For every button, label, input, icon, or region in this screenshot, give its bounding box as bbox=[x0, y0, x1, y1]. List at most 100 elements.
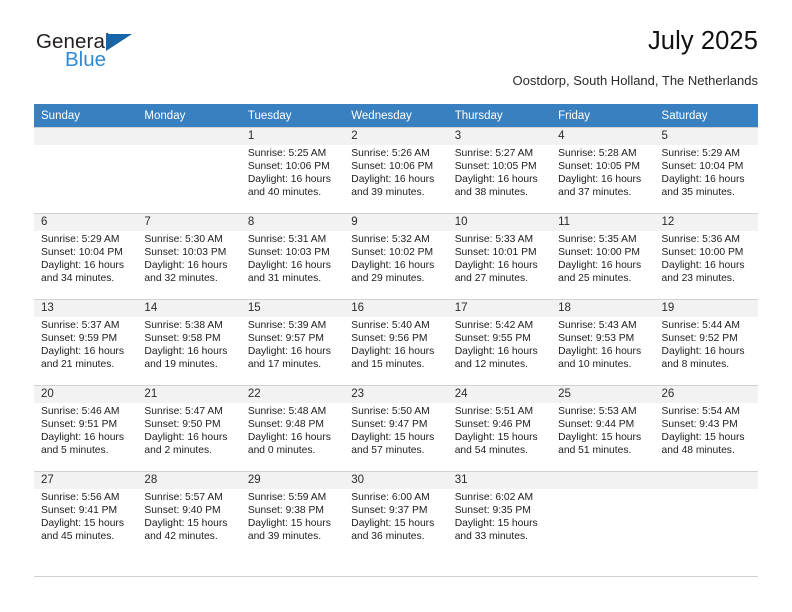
calendar-day-cell[interactable]: 20 Sunrise: 5:46 AM Sunset: 9:51 PM Dayligh… bbox=[34, 385, 138, 471]
calendar-day-cell[interactable]: 21 Sunrise: 5:47 AM Sunset: 9:50 PM Dayligh… bbox=[137, 385, 241, 471]
calendar-day-cell[interactable]: 17 Sunrise: 5:42 AM Sunset: 9:55 PM Dayligh… bbox=[447, 299, 552, 385]
sunrise-text: Sunrise: 5:38 AM bbox=[144, 320, 223, 331]
weekday-header-monday: Monday bbox=[137, 104, 241, 127]
calendar-day-cell[interactable]: 23 Sunrise: 5:50 AM Sunset: 9:47 PM Dayligh… bbox=[344, 385, 448, 471]
sunrise-text: Sunrise: 5:54 AM bbox=[661, 406, 740, 417]
calendar-day-cell[interactable]: 16 Sunrise: 5:40 AM Sunset: 9:56 PM Dayligh… bbox=[344, 299, 448, 385]
day-sun-info: Sunrise: 5:50 AM Sunset: 9:47 PM Daylight:… bbox=[344, 403, 447, 457]
calendar-day-cell[interactable]: 2 Sunrise: 5:26 AM Sunset: 10:06 PM Dayligh… bbox=[344, 127, 448, 213]
sunset-text: Sunset: 9:56 PM bbox=[351, 333, 428, 345]
day-number: 1 bbox=[240, 128, 345, 145]
calendar-day-cell[interactable]: 4 Sunrise: 5:28 AM Sunset: 10:05 PM Dayligh… bbox=[551, 127, 655, 213]
page-title: July 2025 bbox=[647, 27, 758, 55]
sunrise-text: Sunrise: 5:39 AM bbox=[247, 320, 327, 331]
calendar-day-cell[interactable]: 15 Sunrise: 5:39 AM Sunset: 9:57 PM Dayligh… bbox=[240, 299, 345, 385]
daylight-text: Daylight: 16 hours and 17 minutes. bbox=[247, 346, 331, 371]
general-blue-logo[interactable]: General Blue bbox=[36, 28, 216, 74]
calendar-day-cell[interactable]: 7 Sunrise: 5:30 AM Sunset: 10:03 PM Dayligh… bbox=[137, 213, 241, 299]
sunrise-text: Sunrise: 5:35 AM bbox=[558, 234, 637, 245]
day-sun-info: Sunrise: 5:38 AM Sunset: 9:58 PM Daylight:… bbox=[137, 317, 240, 371]
day-cell-inner: 12 Sunrise: 5:36 AM Sunset: 10:00 PM Daylig… bbox=[654, 213, 758, 299]
day-cell-inner: 28 Sunrise: 5:57 AM Sunset: 9:40 PM Dayligh… bbox=[137, 471, 241, 557]
calendar-day-cell[interactable]: 26 Sunrise: 5:54 AM Sunset: 9:43 PM Dayligh… bbox=[654, 385, 758, 471]
daylight-text: Daylight: 16 hours and 19 minutes. bbox=[144, 346, 228, 371]
sunset-text: Sunset: 10:05 PM bbox=[454, 161, 537, 173]
day-cell-inner: 6 Sunrise: 5:29 AM Sunset: 10:04 PM Dayligh… bbox=[34, 213, 138, 299]
calendar-day-cell[interactable]: 12 Sunrise: 5:36 AM Sunset: 10:00 PM Daylig… bbox=[654, 213, 758, 299]
calendar-day-cell[interactable]: 5 Sunrise: 5:29 AM Sunset: 10:04 PM Dayligh… bbox=[654, 127, 758, 213]
day-sun-info: Sunrise: 5:53 AM Sunset: 9:44 PM Daylight:… bbox=[551, 403, 654, 457]
calendar-week-row: 27 Sunrise: 5:56 AM Sunset: 9:41 PM Dayligh… bbox=[34, 471, 758, 557]
day-sun-info: Sunrise: 5:56 AM Sunset: 9:41 PM Daylight:… bbox=[34, 489, 137, 543]
sunset-text: Sunset: 10:05 PM bbox=[558, 161, 640, 173]
calendar-day-cell[interactable]: 8 Sunrise: 5:31 AM Sunset: 10:03 PM Dayligh… bbox=[240, 213, 345, 299]
day-number: 27 bbox=[34, 472, 138, 489]
day-cell-inner: 1 Sunrise: 5:25 AM Sunset: 10:06 PM Dayligh… bbox=[240, 127, 345, 213]
sunrise-text: Sunrise: 5:50 AM bbox=[351, 406, 430, 417]
sunset-text: Sunset: 10:06 PM bbox=[247, 161, 330, 173]
day-number: 25 bbox=[551, 386, 655, 403]
triangle-icon bbox=[106, 34, 132, 51]
calendar-day-cell[interactable]: 28 Sunrise: 5:57 AM Sunset: 9:40 PM Dayligh… bbox=[137, 471, 241, 557]
day-cell-inner: 30 Sunrise: 6:00 AM Sunset: 9:37 PM Dayligh… bbox=[344, 471, 448, 557]
calendar-day-cell[interactable]: 31 Sunrise: 6:02 AM Sunset: 9:35 PM Dayligh… bbox=[447, 471, 552, 557]
day-sun-info: Sunrise: 5:51 AM Sunset: 9:46 PM Daylight:… bbox=[448, 403, 551, 457]
calendar-day-cell[interactable]: 14 Sunrise: 5:38 AM Sunset: 9:58 PM Dayligh… bbox=[137, 299, 241, 385]
calendar-day-cell bbox=[34, 127, 138, 213]
day-number: 3 bbox=[447, 128, 552, 145]
sunset-text: Sunset: 10:01 PM bbox=[454, 247, 537, 259]
day-sun-info: Sunrise: 5:32 AM Sunset: 10:02 PM Daylight… bbox=[344, 231, 447, 285]
sunset-text: Sunset: 10:03 PM bbox=[144, 247, 227, 259]
day-cell-inner: 22 Sunrise: 5:48 AM Sunset: 9:48 PM Dayligh… bbox=[240, 385, 345, 471]
sunset-text: Sunset: 10:03 PM bbox=[247, 247, 330, 259]
day-number: 15 bbox=[240, 300, 345, 317]
day-number: 7 bbox=[137, 214, 241, 231]
day-number: 13 bbox=[34, 300, 138, 317]
calendar-day-cell[interactable]: 10 Sunrise: 5:33 AM Sunset: 10:01 PM Daylig… bbox=[447, 213, 552, 299]
day-number: 26 bbox=[654, 386, 758, 403]
day-sun-info: Sunrise: 5:47 AM Sunset: 9:50 PM Daylight:… bbox=[137, 403, 240, 457]
daylight-text: Daylight: 16 hours and 12 minutes. bbox=[454, 346, 538, 371]
calendar-day-cell[interactable]: 13 Sunrise: 5:37 AM Sunset: 9:59 PM Dayligh… bbox=[34, 299, 138, 385]
calendar-day-cell[interactable]: 30 Sunrise: 6:00 AM Sunset: 9:37 PM Dayligh… bbox=[344, 471, 448, 557]
calendar-day-cell[interactable]: 6 Sunrise: 5:29 AM Sunset: 10:04 PM Dayligh… bbox=[34, 213, 138, 299]
sunrise-text: Sunrise: 5:44 AM bbox=[661, 320, 740, 331]
daylight-text: Daylight: 15 hours and 54 minutes. bbox=[454, 432, 538, 457]
sunset-text: Sunset: 9:58 PM bbox=[144, 333, 221, 345]
day-cell-inner: 7 Sunrise: 5:30 AM Sunset: 10:03 PM Dayligh… bbox=[137, 213, 241, 299]
day-number: 31 bbox=[447, 472, 552, 489]
calendar-day-cell[interactable]: 9 Sunrise: 5:32 AM Sunset: 10:02 PM Dayligh… bbox=[344, 213, 448, 299]
calendar-day-cell[interactable]: 25 Sunrise: 5:53 AM Sunset: 9:44 PM Dayligh… bbox=[551, 385, 655, 471]
day-cell-inner bbox=[34, 127, 138, 213]
calendar-day-cell[interactable]: 3 Sunrise: 5:27 AM Sunset: 10:05 PM Dayligh… bbox=[447, 127, 552, 213]
sunset-text: Sunset: 9:48 PM bbox=[247, 419, 324, 431]
calendar-day-cell[interactable]: 29 Sunrise: 5:59 AM Sunset: 9:38 PM Dayligh… bbox=[240, 471, 345, 557]
calendar-day-cell[interactable]: 11 Sunrise: 5:35 AM Sunset: 10:00 PM Daylig… bbox=[551, 213, 655, 299]
calendar-page: General Blue July 2025 Oostdorp, South H… bbox=[0, 0, 792, 612]
day-number: 30 bbox=[344, 472, 448, 489]
sunrise-text: Sunrise: 5:29 AM bbox=[41, 234, 120, 245]
day-number: 12 bbox=[654, 214, 758, 231]
calendar-day-cell[interactable]: 27 Sunrise: 5:56 AM Sunset: 9:41 PM Dayligh… bbox=[34, 471, 138, 557]
day-sun-info: Sunrise: 6:02 AM Sunset: 9:35 PM Daylight:… bbox=[448, 489, 551, 543]
day-sun-info: Sunrise: 5:37 AM Sunset: 9:59 PM Daylight:… bbox=[34, 317, 137, 371]
day-number: 18 bbox=[551, 300, 655, 317]
calendar-day-cell bbox=[551, 471, 655, 557]
weekday-header-wednesday: Wednesday bbox=[344, 104, 448, 127]
daylight-text: Daylight: 16 hours and 38 minutes. bbox=[454, 174, 538, 199]
sunset-text: Sunset: 9:35 PM bbox=[454, 505, 531, 517]
daylight-text: Daylight: 15 hours and 45 minutes. bbox=[41, 518, 124, 543]
weekday-header-saturday: Saturday bbox=[654, 104, 758, 127]
day-cell-inner: 13 Sunrise: 5:37 AM Sunset: 9:59 PM Dayligh… bbox=[34, 299, 138, 385]
sunrise-text: Sunrise: 5:47 AM bbox=[144, 406, 223, 417]
calendar-day-cell[interactable]: 22 Sunrise: 5:48 AM Sunset: 9:48 PM Dayligh… bbox=[240, 385, 345, 471]
daylight-text: Daylight: 16 hours and 21 minutes. bbox=[41, 346, 124, 371]
daylight-text: Daylight: 16 hours and 15 minutes. bbox=[351, 346, 435, 371]
calendar-day-cell[interactable]: 1 Sunrise: 5:25 AM Sunset: 10:06 PM Dayligh… bbox=[240, 127, 345, 213]
calendar-day-cell[interactable]: 18 Sunrise: 5:43 AM Sunset: 9:53 PM Dayligh… bbox=[551, 299, 655, 385]
day-cell-inner: 18 Sunrise: 5:43 AM Sunset: 9:53 PM Dayligh… bbox=[551, 299, 655, 385]
sunset-text: Sunset: 9:55 PM bbox=[454, 333, 531, 345]
calendar-day-cell[interactable]: 19 Sunrise: 5:44 AM Sunset: 9:52 PM Dayligh… bbox=[654, 299, 758, 385]
calendar-day-cell[interactable]: 24 Sunrise: 5:51 AM Sunset: 9:46 PM Dayligh… bbox=[447, 385, 552, 471]
day-cell-inner: 27 Sunrise: 5:56 AM Sunset: 9:41 PM Dayligh… bbox=[34, 471, 138, 557]
